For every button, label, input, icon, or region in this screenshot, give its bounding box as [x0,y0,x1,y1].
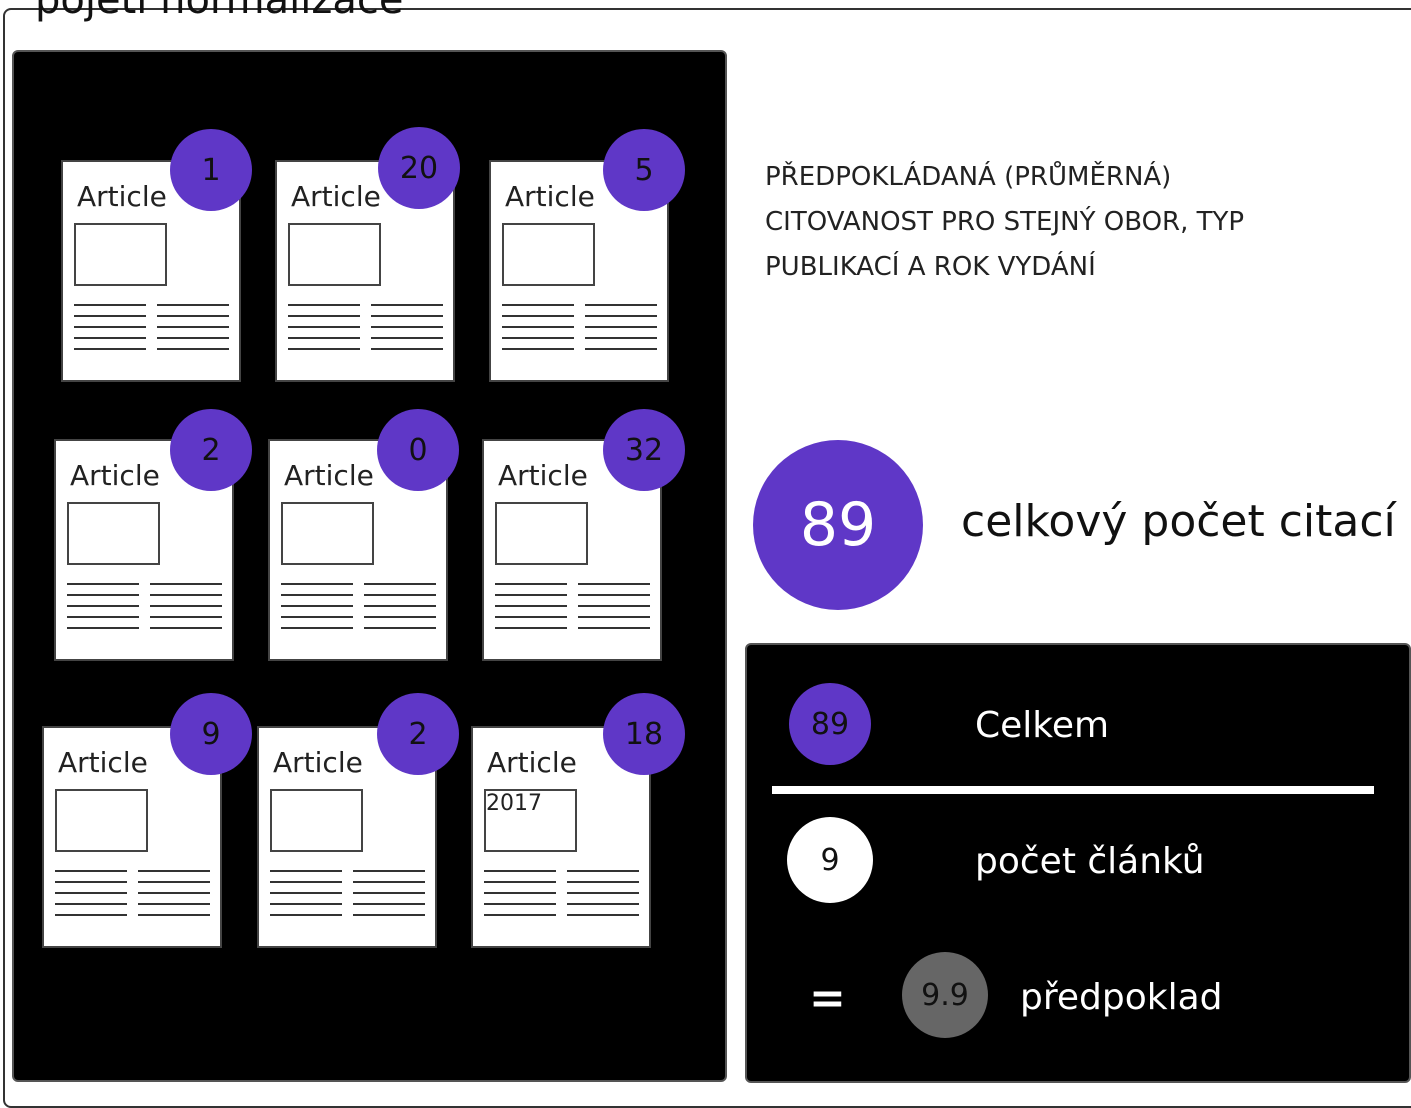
article-label: Article [487,746,577,779]
article-label: Article [291,180,381,213]
citation-badge: 2 [377,693,459,775]
article-image-box: 2017 [484,789,577,852]
text-lines [55,870,127,925]
calculation-panel: 89 Celkem 9 počet článků = 9.9 předpokla… [745,643,1411,1083]
citation-badge: 18 [603,693,685,775]
article-image-box [502,223,595,286]
article-image-box [495,502,588,565]
text-lines [502,304,574,359]
article-image-box [281,502,374,565]
text-lines [288,304,360,359]
article-label: Article [284,459,374,492]
text-lines [74,304,146,359]
article-image-box [74,223,167,286]
article-label: Article [273,746,363,779]
text-lines [270,870,342,925]
total-circle: 89 [789,683,871,765]
text-lines [281,583,353,638]
articles-panel: Article 1 Article 20 Article 5 Article 2… [12,50,727,1082]
text-lines [353,870,425,925]
text-lines [484,870,556,925]
total-citations-circle: 89 [753,440,923,610]
text-lines [150,583,222,638]
result-label: předpoklad [1020,977,1223,1018]
total-citations-label: celkový počet citací [961,496,1396,547]
slide-title: pojetí normalizace [35,0,404,23]
article-label: Article [58,746,148,779]
article-image-box [270,789,363,852]
equals-sign: = [809,973,846,1024]
result-circle: 9.9 [902,952,988,1038]
count-label: počet článků [975,841,1205,882]
citation-badge: 2 [170,409,252,491]
text-lines [371,304,443,359]
article-image-box [288,223,381,286]
citation-badge: 9 [170,693,252,775]
article-label: Article [505,180,595,213]
article-label: Article [70,459,160,492]
text-lines [578,583,650,638]
article-image-box [55,789,148,852]
description-text: PŘEDPOKLÁDANÁ (PRŮMĚRNÁ) CITOVANOST PRO … [765,162,1245,282]
count-circle: 9 [787,817,873,903]
text-lines [585,304,657,359]
total-label: Celkem [975,705,1110,746]
citation-badge: 20 [378,127,460,209]
text-lines [67,583,139,638]
citation-badge: 0 [377,409,459,491]
citation-badge: 1 [170,129,252,211]
text-lines [364,583,436,638]
text-lines [138,870,210,925]
fraction-divider [772,786,1374,794]
citation-badge: 32 [603,409,685,491]
article-label: Article [77,180,167,213]
article-label: Article [498,459,588,492]
text-lines [495,583,567,638]
citation-badge: 5 [603,129,685,211]
article-image-box [67,502,160,565]
text-lines [157,304,229,359]
text-lines [567,870,639,925]
